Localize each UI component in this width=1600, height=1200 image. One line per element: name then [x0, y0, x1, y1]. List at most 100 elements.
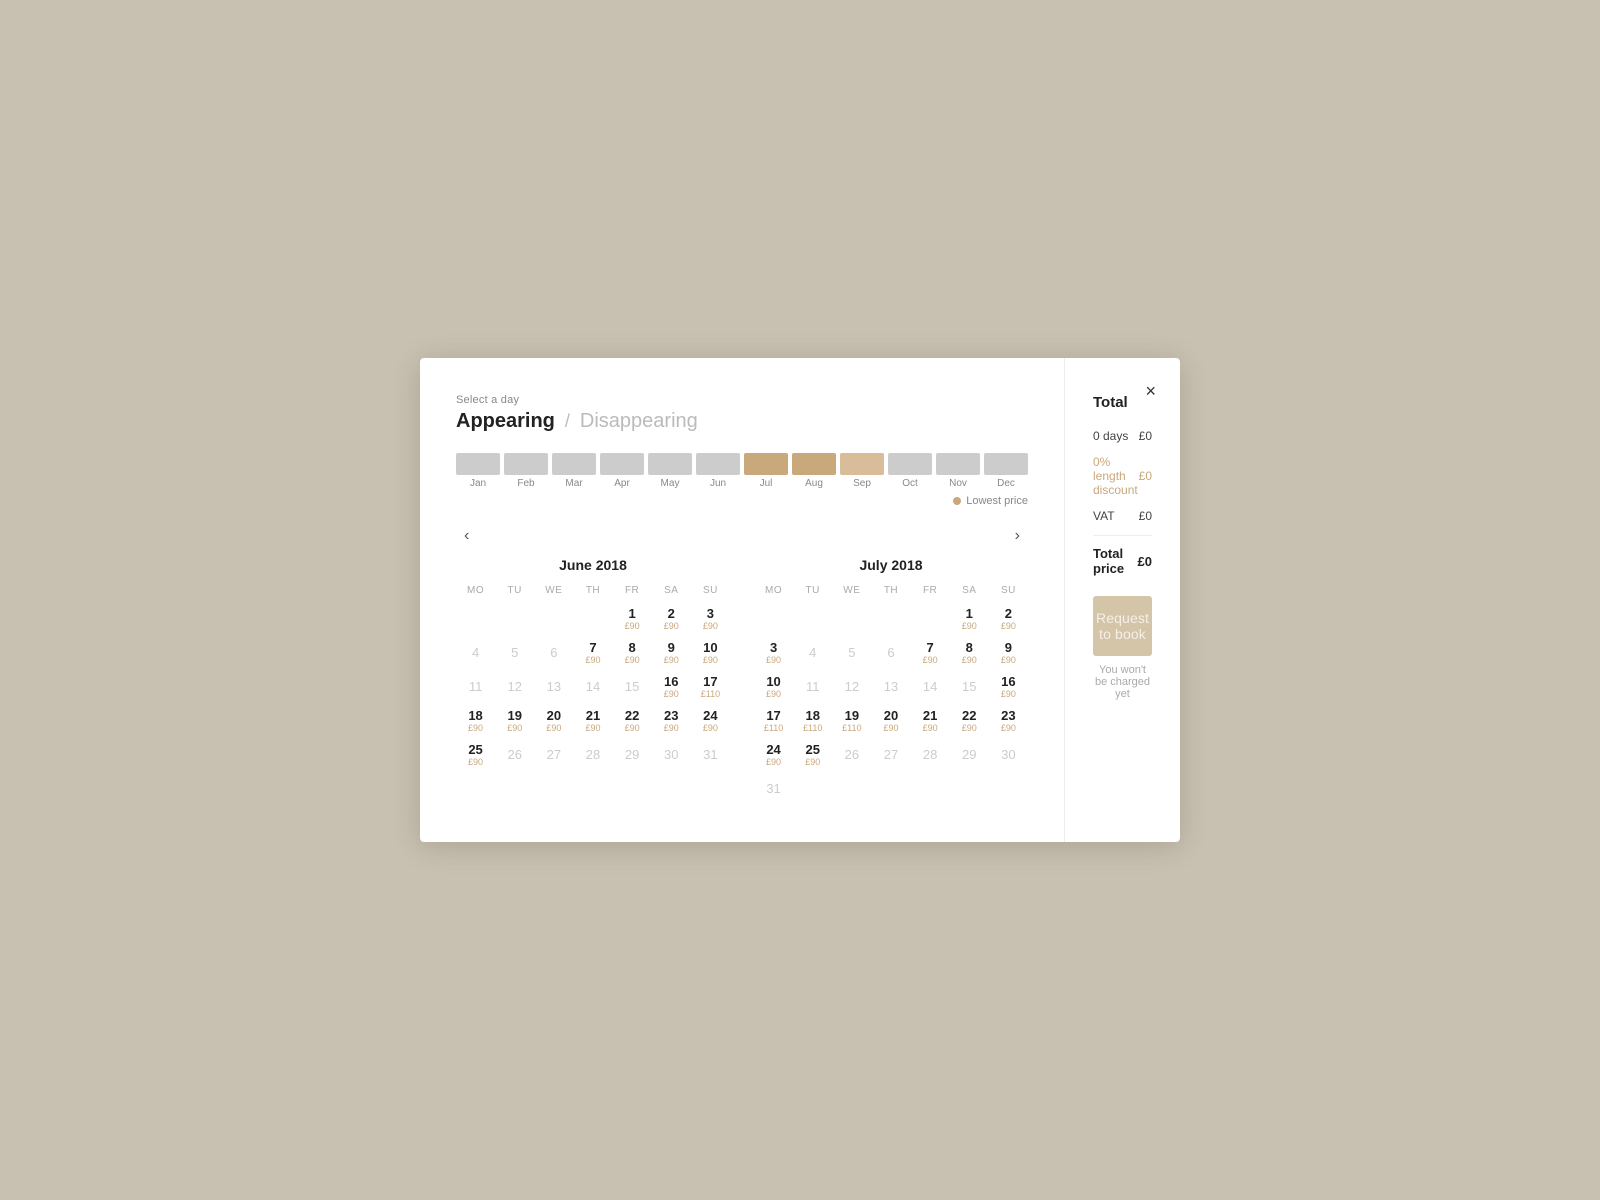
calendars-row: June 2018MOTUWETHFRSASU1£902£903£904567£…: [456, 557, 1028, 806]
cal-header-fr: FR: [911, 585, 950, 602]
calendar-nav: ‹ ›: [456, 523, 1028, 549]
month-block-nov[interactable]: Nov: [936, 453, 980, 489]
month-block-sep[interactable]: Sep: [840, 453, 884, 489]
cal-day-cell: 29: [613, 738, 652, 772]
cal-day-cell[interactable]: 22£90: [950, 704, 989, 738]
month-block-mar[interactable]: Mar: [552, 453, 596, 489]
cal-day-cell: 30: [652, 738, 691, 772]
cal-day-cell: 13: [534, 670, 573, 704]
cal-day-cell[interactable]: 3£90: [754, 636, 793, 670]
cal-day-cell[interactable]: 2£90: [989, 602, 1028, 636]
request-to-book-button[interactable]: Request to book: [1093, 596, 1152, 656]
cal-day-cell[interactable]: 1£90: [613, 602, 652, 636]
cal-day-cell[interactable]: 20£90: [871, 704, 910, 738]
discount-label: 0% length discount: [1093, 455, 1139, 497]
month-block-feb[interactable]: Feb: [504, 453, 548, 489]
cal-header-su: SU: [989, 585, 1028, 602]
cal-day-cell[interactable]: 24£90: [691, 704, 730, 738]
lowest-price-legend: Lowest price: [456, 495, 1028, 507]
cal-day-cell[interactable]: 17£110: [754, 704, 793, 738]
next-month-button[interactable]: ›: [1007, 523, 1028, 549]
cal-day-cell[interactable]: 2£90: [652, 602, 691, 636]
total-price-value: £0: [1138, 554, 1152, 569]
cal-day-cell: 31: [754, 772, 793, 806]
cal-day-cell: [871, 602, 910, 636]
select-day-label: Select a day: [456, 394, 1028, 406]
cal-day-cell[interactable]: 17£110: [691, 670, 730, 704]
cal-day-cell[interactable]: 18£90: [456, 704, 495, 738]
cal-day-cell[interactable]: 21£90: [573, 704, 612, 738]
month-block-dec[interactable]: Dec: [984, 453, 1028, 489]
cal-day-cell: 5: [495, 636, 534, 670]
cal-day-cell[interactable]: 1£90: [950, 602, 989, 636]
days-row: 0 days £0: [1093, 429, 1152, 443]
cal-header-th: TH: [573, 585, 612, 602]
month-block-oct[interactable]: Oct: [888, 453, 932, 489]
cal-day-cell[interactable]: 19£90: [495, 704, 534, 738]
cal-day-cell: 12: [495, 670, 534, 704]
cal-day-cell: 15: [950, 670, 989, 704]
lowest-price-label: Lowest price: [966, 495, 1028, 507]
discount-value: £0: [1139, 469, 1152, 483]
cal-day-cell[interactable]: 7£90: [911, 636, 950, 670]
vat-label: VAT: [1093, 509, 1115, 523]
month-block-may[interactable]: May: [648, 453, 692, 489]
cal-header-sa: SA: [652, 585, 691, 602]
tab-disappearing[interactable]: Disappearing: [580, 410, 698, 433]
month-block-jul[interactable]: Jul: [744, 453, 788, 489]
tab-appearing[interactable]: Appearing: [456, 410, 555, 433]
close-button[interactable]: ×: [1141, 378, 1160, 404]
july-calendar: July 2018MOTUWETHFRSASU1£902£903£904567£…: [754, 557, 1028, 806]
prev-month-button[interactable]: ‹: [456, 523, 477, 549]
cal-header-sa: SA: [950, 585, 989, 602]
cal-day-cell[interactable]: 21£90: [911, 704, 950, 738]
cal-day-cell[interactable]: 8£90: [950, 636, 989, 670]
cal-day-cell: 28: [573, 738, 612, 772]
cal-day-cell[interactable]: 9£90: [652, 636, 691, 670]
cal-day-cell[interactable]: 19£110: [832, 704, 871, 738]
cal-day-cell: [832, 602, 871, 636]
cal-header-mo: MO: [456, 585, 495, 602]
cal-day-cell: [495, 602, 534, 636]
cal-day-cell: 14: [911, 670, 950, 704]
cal-day-cell[interactable]: 3£90: [691, 602, 730, 636]
cal-day-cell[interactable]: 9£90: [989, 636, 1028, 670]
cal-day-cell[interactable]: 23£90: [652, 704, 691, 738]
month-block-jun[interactable]: Jun: [696, 453, 740, 489]
cal-day-cell[interactable]: 24£90: [754, 738, 793, 772]
cal-day-cell: 27: [534, 738, 573, 772]
cal-day-cell[interactable]: 22£90: [613, 704, 652, 738]
cal-day-cell[interactable]: 23£90: [989, 704, 1028, 738]
cal-day-cell[interactable]: 10£90: [754, 670, 793, 704]
cal-day-cell[interactable]: 7£90: [573, 636, 612, 670]
cal-day-cell: 26: [495, 738, 534, 772]
cal-day-cell[interactable]: 25£90: [456, 738, 495, 772]
cal-header-fr: FR: [613, 585, 652, 602]
pricing-panel: × Total 0 days £0 0% length discount £0 …: [1065, 358, 1180, 842]
cal-day-cell: [911, 772, 950, 806]
month-block-aug[interactable]: Aug: [792, 453, 836, 489]
days-value: £0: [1139, 429, 1152, 443]
month-bar: JanFebMarAprMayJunJulAugSepOctNovDec: [456, 453, 1028, 489]
cal-day-cell: [950, 772, 989, 806]
cal-day-cell: [832, 772, 871, 806]
month-block-jan[interactable]: Jan: [456, 453, 500, 489]
cal-day-cell[interactable]: 8£90: [613, 636, 652, 670]
vat-row: VAT £0: [1093, 509, 1152, 523]
cal-header-tu: TU: [793, 585, 832, 602]
month-block-apr[interactable]: Apr: [600, 453, 644, 489]
cal-day-cell[interactable]: 16£90: [652, 670, 691, 704]
cal-day-cell[interactable]: 16£90: [989, 670, 1028, 704]
cal-day-cell[interactable]: 20£90: [534, 704, 573, 738]
vat-value: £0: [1139, 509, 1152, 523]
cal-day-cell[interactable]: 25£90: [793, 738, 832, 772]
cal-day-cell: 28: [911, 738, 950, 772]
cal-header-we: WE: [534, 585, 573, 602]
not-charged-text: You won't be charged yet: [1093, 664, 1152, 700]
cal-day-cell: [793, 602, 832, 636]
cal-day-cell: 6: [871, 636, 910, 670]
divider: [1093, 535, 1152, 536]
tab-separator: /: [565, 411, 570, 432]
cal-day-cell[interactable]: 18£110: [793, 704, 832, 738]
cal-day-cell[interactable]: 10£90: [691, 636, 730, 670]
